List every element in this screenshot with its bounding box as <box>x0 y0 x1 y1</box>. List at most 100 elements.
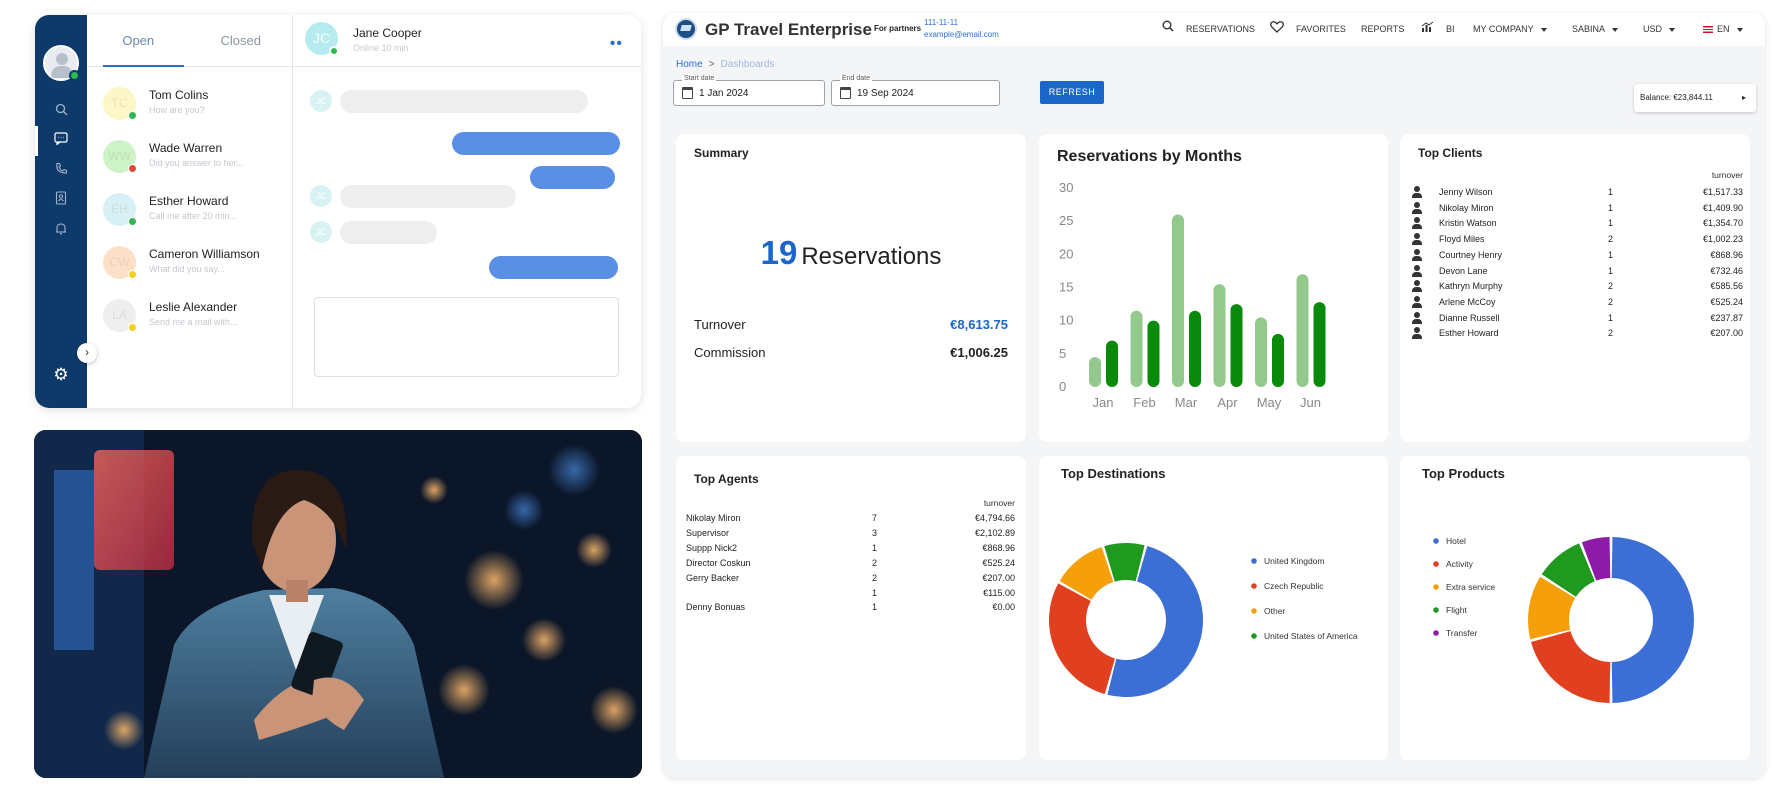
person-icon <box>1412 280 1422 293</box>
person-icon <box>1412 327 1422 340</box>
phone-icon[interactable] <box>50 160 72 182</box>
y-tick-label: 25 <box>1059 213 1073 228</box>
client-row[interactable]: Arlene McCoy 2 €525.24 <box>1400 295 1750 311</box>
person-icon <box>1412 217 1422 230</box>
end-date-field[interactable]: End date 19 Sep 2024 <box>831 75 1000 106</box>
client-row[interactable]: Courtney Henry 1 €868.96 <box>1400 248 1750 264</box>
caret-down-icon <box>1612 27 1619 32</box>
client-row[interactable]: Esther Howard 2 €207.00 <box>1400 326 1750 342</box>
agent-row[interactable]: 1 €115.00 <box>676 586 1026 602</box>
client-turnover: €1,002.23 <box>1702 234 1743 245</box>
heart-icon[interactable] <box>1270 21 1284 36</box>
message-input[interactable] <box>314 297 619 377</box>
partners-email[interactable]: example@email.com <box>924 30 999 39</box>
bar-series-2 <box>1189 310 1201 387</box>
reservations-by-months-card: Reservations by Months 0 5 10 15 20 25 30 Jan Feb… <box>1039 134 1388 442</box>
client-row[interactable]: Nikolay Miron 1 €1,409.90 <box>1400 201 1750 217</box>
y-tick-label: 10 <box>1059 313 1073 328</box>
caret-down-icon <box>1540 27 1547 32</box>
agent-row[interactable]: Director Coskun 2 €525.24 <box>676 556 1026 572</box>
agent-row[interactable]: Suppp Nick2 1 €868.96 <box>676 541 1026 557</box>
contact-name: Esther Howard <box>149 194 229 208</box>
user-avatar[interactable] <box>43 45 80 81</box>
calendar-icon <box>682 87 693 99</box>
refresh-button[interactable]: REFRESH <box>1040 81 1104 104</box>
contact-preview: What did you say... <box>149 264 225 274</box>
agent-row[interactable]: Nikolay Miron 7 €4,794.66 <box>676 511 1026 527</box>
client-name: Dianne Russell <box>1439 312 1500 323</box>
legend-dot <box>1251 558 1257 564</box>
legend-dot <box>1433 584 1439 590</box>
agent-count: 1 <box>872 542 878 553</box>
reservation-count: 19 Reservations <box>676 234 1026 272</box>
contact-item[interactable]: EH Esther Howard Call me after 20 min... <box>87 184 292 237</box>
bi-chart-icon[interactable] <box>1421 21 1434 36</box>
balance-widget[interactable]: Balance: €23,844.11 ▸ <box>1634 84 1756 112</box>
legend-label: Hotel <box>1446 536 1466 546</box>
search-icon[interactable] <box>1162 20 1174 35</box>
bell-icon[interactable] <box>50 220 72 242</box>
commission-value: €1,006.25 <box>950 345 1008 360</box>
contact-item[interactable]: WW Wade Warren Did you answer to her... <box>87 131 292 184</box>
client-turnover: €868.96 <box>1710 249 1743 260</box>
more-options-icon[interactable]: •• <box>610 35 623 53</box>
contact-item[interactable]: TC Tom Colins How are you? <box>87 78 292 131</box>
agent-turnover: €868.96 <box>982 542 1015 553</box>
chat-icon[interactable] <box>35 126 72 156</box>
company-dropdown[interactable]: MY COMPANY <box>1473 24 1547 34</box>
bar-series-1 <box>1172 214 1184 387</box>
start-date-field[interactable]: Start date 1 Jan 2024 <box>673 75 825 106</box>
agent-turnover: €0.00 <box>992 602 1015 613</box>
tab-open[interactable]: Open <box>87 15 190 67</box>
client-row[interactable]: Kristin Watson 1 €1,354.70 <box>1400 216 1750 232</box>
message-avatar: JC <box>310 90 332 112</box>
client-row[interactable]: Kathryn Murphy 2 €585.56 <box>1400 279 1750 295</box>
contact-item[interactable]: CW Cameron Williamson What did you say... <box>87 237 292 290</box>
chevron-right-icon[interactable]: › <box>77 343 97 363</box>
nav-favorites[interactable]: FAVORITES <box>1296 24 1346 34</box>
client-row[interactable]: Jenny Wilson 1 €1,517.33 <box>1400 185 1750 201</box>
client-count: 1 <box>1608 218 1614 229</box>
client-row[interactable]: Dianne Russell 1 €237.87 <box>1400 311 1750 327</box>
client-turnover: €525.24 <box>1710 296 1743 307</box>
bar-series-2 <box>1313 302 1326 387</box>
partners-phone[interactable]: 111-11-11 <box>924 18 958 27</box>
agent-row[interactable]: Supervisor 3 €2,102.89 <box>676 526 1026 542</box>
client-count: 2 <box>1608 281 1614 292</box>
legend-label: United Kingdom <box>1264 556 1324 566</box>
bar-series-1 <box>1213 284 1226 387</box>
gear-icon[interactable]: ⚙ <box>50 365 72 385</box>
chart-title: Top Products <box>1422 466 1505 481</box>
agent-count: 7 <box>872 513 878 523</box>
client-turnover: €237.87 <box>1710 312 1743 323</box>
top-navigation: GP Travel Enterprise For partners 111-11… <box>663 13 1765 46</box>
client-row[interactable]: Devon Lane 1 €732.46 <box>1400 264 1750 280</box>
contact-initials: LA <box>112 308 127 322</box>
user-dropdown[interactable]: SABINA <box>1572 24 1619 34</box>
contact-avatar: TC <box>103 87 137 120</box>
caret-down-icon <box>1669 27 1676 32</box>
legend-label: Other <box>1264 606 1285 616</box>
nav-reports[interactable]: REPORTS <box>1361 24 1404 34</box>
person-icon <box>1412 311 1422 324</box>
tab-closed[interactable]: Closed <box>190 15 293 66</box>
x-tick-label: Jan <box>1093 395 1114 410</box>
agent-turnover: €525.24 <box>982 557 1015 568</box>
contact-item[interactable]: LA Leslie Alexander Send me a mail with... <box>87 290 292 343</box>
breadcrumb-home[interactable]: Home <box>676 59 703 70</box>
client-row[interactable]: Floyd Miles 2 €1,002.23 <box>1400 232 1750 248</box>
reservation-count-number: 19 <box>760 234 798 271</box>
message-bubble-outgoing <box>489 256 618 279</box>
contact-avatar: EH <box>103 193 137 226</box>
contacts-book-icon[interactable] <box>50 190 72 212</box>
nav-reservations[interactable]: RESERVATIONS <box>1186 24 1255 34</box>
search-icon[interactable] <box>50 101 72 123</box>
language-dropdown[interactable]: EN <box>1703 24 1743 34</box>
agent-row[interactable]: Gerry Backer 2 €207.00 <box>676 571 1026 587</box>
nav-bi[interactable]: BI <box>1446 24 1455 34</box>
client-turnover: €1,517.33 <box>1702 187 1743 197</box>
turnover-value: €8,613.75 <box>950 317 1008 332</box>
currency-dropdown[interactable]: USD <box>1643 24 1676 34</box>
agent-turnover: €2,102.89 <box>974 527 1015 538</box>
agent-row[interactable]: Denny Bonuas 1 €0.00 <box>676 600 1026 616</box>
